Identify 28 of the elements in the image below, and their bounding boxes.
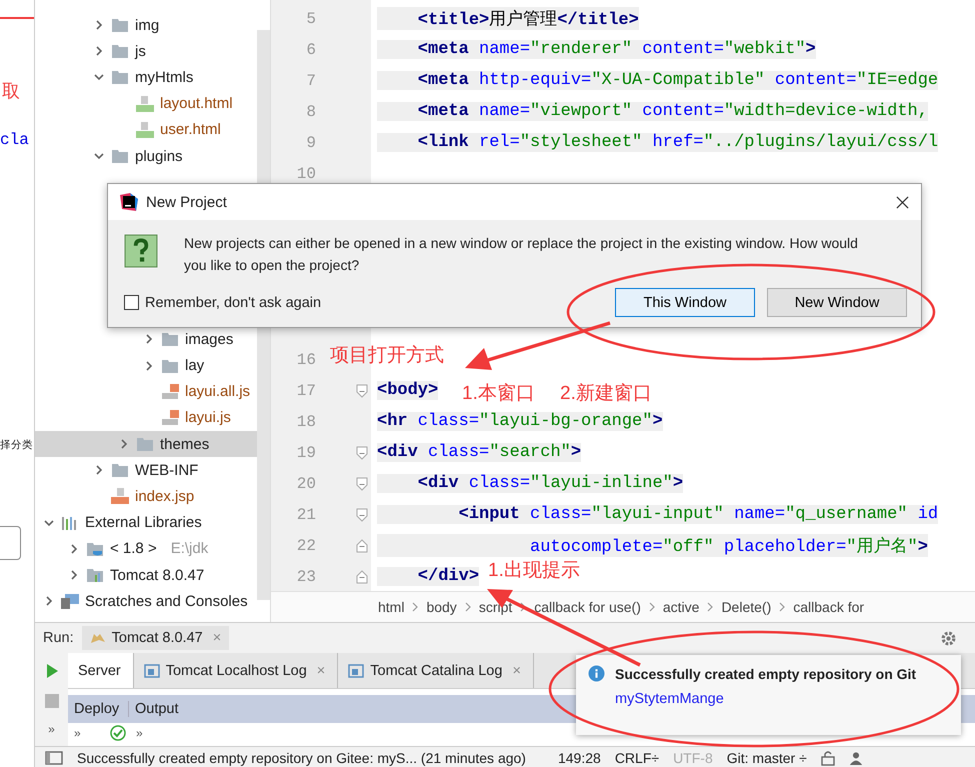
text-fragment: cla (0, 131, 29, 149)
annotation-note: 项目打开方式 (330, 344, 444, 368)
line-number: 5 (305, 10, 316, 28)
line-number: 23 (296, 568, 316, 586)
status-message: Successfully created empty repository on Gitee: myS... (21 minutes ago) (77, 750, 526, 766)
dialog-title: New Project (146, 194, 227, 210)
annotation-note: 2.新建窗口 (560, 382, 652, 406)
line-number: 6 (305, 40, 316, 58)
line-number: 7 (305, 72, 316, 90)
line-number: 9 (305, 134, 316, 152)
line-number: 18 (296, 412, 316, 430)
panel-label: Run: (43, 630, 74, 646)
line-number: 10 (296, 164, 316, 182)
text-fragment: 取 (2, 80, 20, 103)
dialog-message: New projects can either be opened in a new window or replace the project in the existing window. How would you like to open the project? (184, 234, 859, 275)
line-number: 21 (296, 506, 316, 524)
text-fragment: 择分类 (0, 438, 33, 452)
line-number: 16 (296, 350, 316, 368)
line-number: 19 (296, 444, 316, 462)
line-number: 17 (296, 382, 316, 400)
column-header: Output (134, 701, 179, 717)
notification-title: Successfully created empty repository on Git (615, 666, 916, 682)
annotation-note: 1.出现提示 (488, 559, 580, 583)
annotation-note: 1.本窗口 (462, 382, 535, 406)
column-header: Deploy (68, 701, 129, 717)
line-number: 8 (305, 102, 316, 120)
line-number: 20 (296, 474, 316, 492)
line-number: 22 (296, 536, 316, 554)
